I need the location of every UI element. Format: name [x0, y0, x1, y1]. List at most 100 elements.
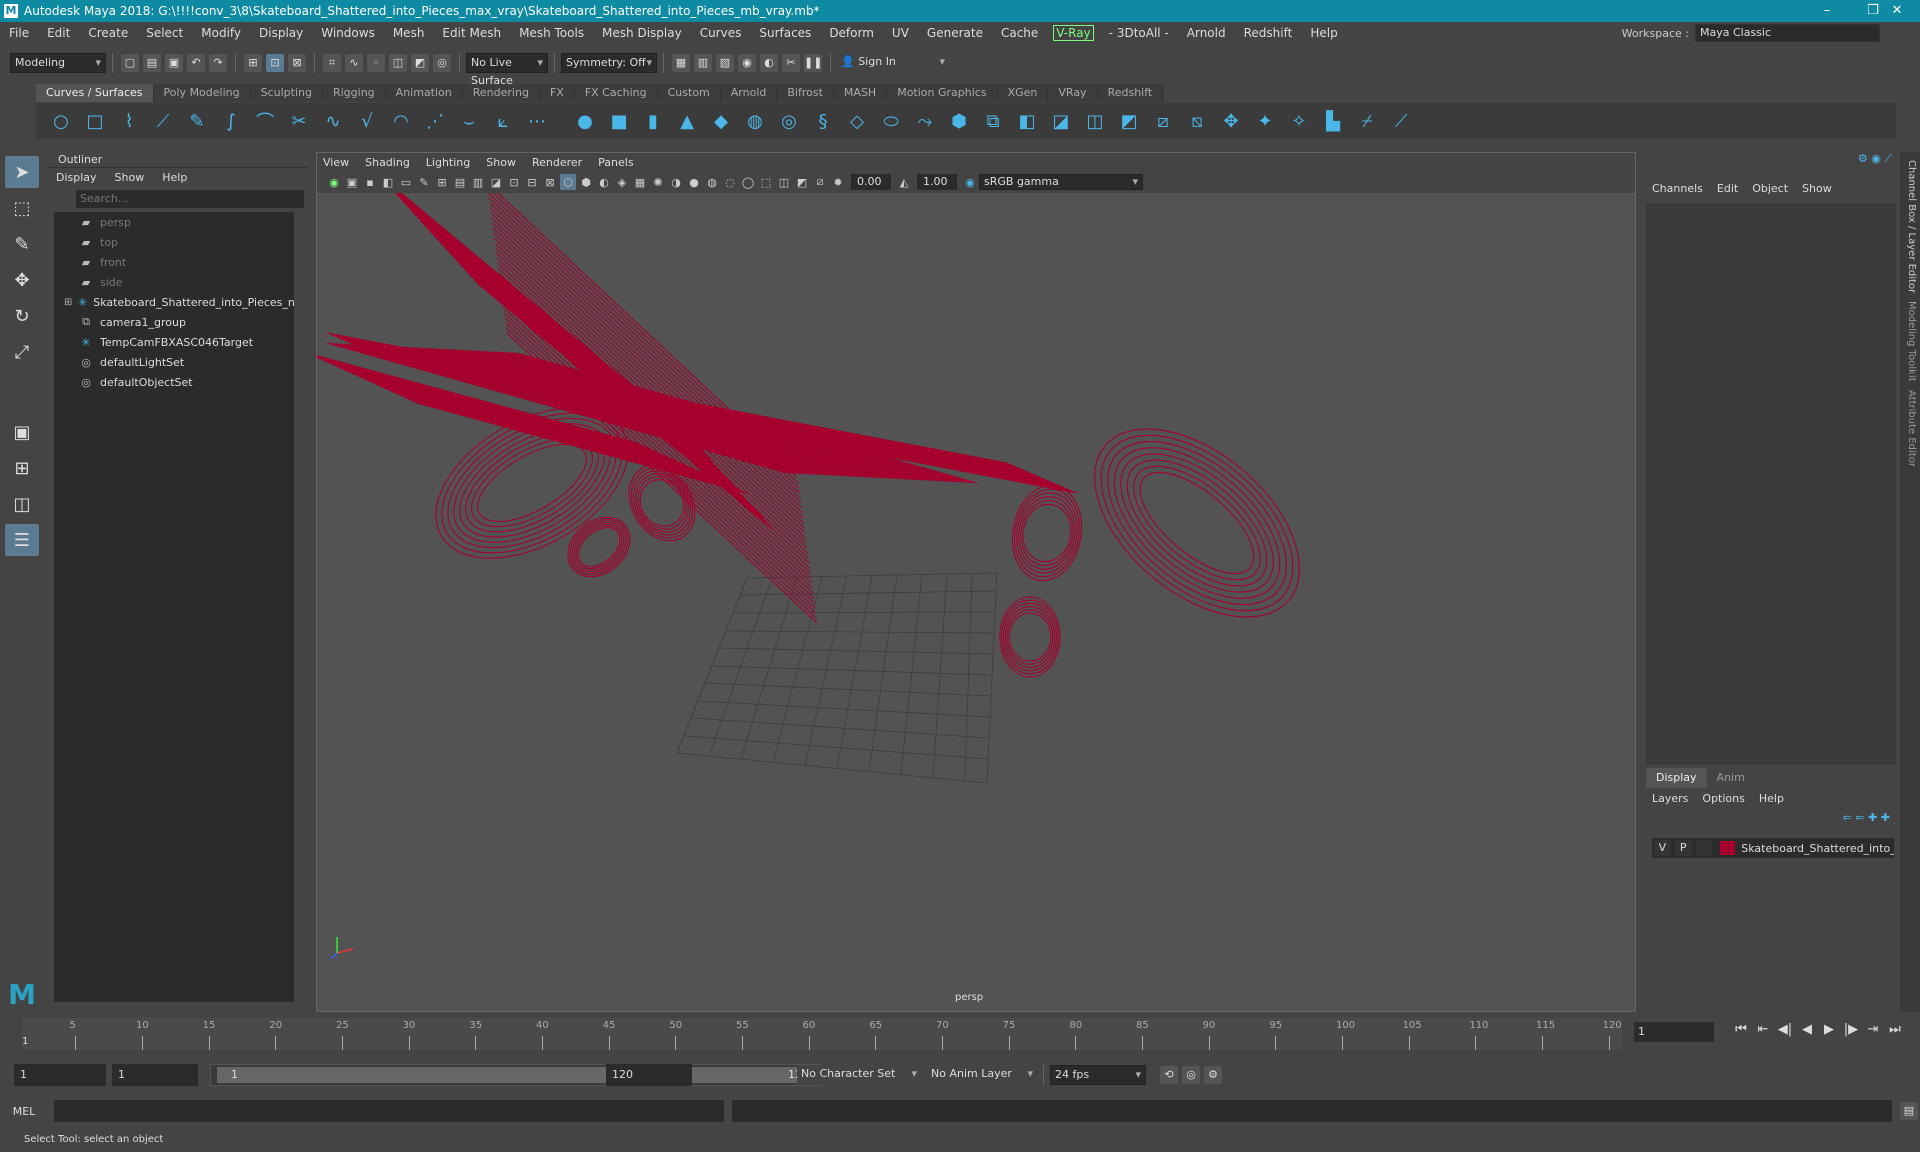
four-view-icon[interactable]: ⊞ — [5, 452, 39, 484]
go-to-start-icon[interactable]: ⏮ — [1730, 1022, 1752, 1037]
layer-tab-display[interactable]: Display — [1646, 768, 1707, 788]
move-tool-icon[interactable]: ✥ — [5, 264, 39, 296]
render-settings-icon[interactable]: ▦ — [672, 54, 690, 72]
shelf-tab-poly-modeling[interactable]: Poly Modeling — [153, 84, 251, 102]
select-component-icon[interactable]: ⊠ — [288, 54, 306, 72]
layer-visibility-toggle[interactable]: V — [1654, 840, 1671, 856]
menu-arnold[interactable]: Arnold — [1178, 26, 1235, 40]
arc-icon[interactable]: ⌒ — [252, 108, 278, 134]
nurbs-torus-icon[interactable]: ◍ — [742, 108, 768, 134]
use-all-lights-icon[interactable]: ✺ — [650, 174, 666, 190]
shelf-tab-animation[interactable]: Animation — [385, 84, 463, 102]
surface-edit-icon[interactable]: ⟋ — [1388, 108, 1414, 134]
mel-input[interactable] — [54, 1100, 724, 1122]
sign-in-button[interactable]: 👤 Sign In — [837, 53, 949, 73]
select-tool-icon[interactable]: ➤ — [5, 156, 39, 188]
select-hierarchy-icon[interactable]: ⊞ — [244, 54, 262, 72]
shelf-tab-rigging[interactable]: Rigging — [322, 84, 386, 102]
screen-space-ao-icon[interactable]: ● — [686, 174, 702, 190]
depth-of-field-icon[interactable]: ◯ — [740, 174, 756, 190]
outliner-menu-help[interactable]: Help — [162, 171, 187, 184]
shelf-tab-bifrost[interactable]: Bifrost — [777, 84, 834, 102]
scale-tool-icon[interactable]: ⤢ — [5, 336, 39, 368]
channel-menu-edit[interactable]: Edit — [1717, 182, 1738, 195]
redo-icon[interactable]: ↷ — [209, 54, 227, 72]
outliner-item-default-object-set[interactable]: ◎ defaultObjectSet — [54, 372, 294, 392]
grid-icon[interactable]: ⊞ — [434, 174, 450, 190]
snap-curve-icon[interactable]: ∿ — [345, 54, 363, 72]
camera-attributes-icon[interactable]: ▣ — [344, 174, 360, 190]
outliner-item-persp[interactable]: ▰ persp — [54, 212, 294, 232]
sculpt-brush-icon[interactable]: ⌿ — [1354, 108, 1380, 134]
workspace-dropdown[interactable]: Maya Classic — [1695, 24, 1880, 42]
shadows-icon[interactable]: ◑ — [668, 174, 684, 190]
viewport-menu-show[interactable]: Show — [486, 156, 516, 169]
select-camera-icon[interactable]: ◉ — [326, 174, 342, 190]
shelf-tab-vray[interactable]: VRay — [1048, 84, 1098, 102]
reverse-surface-icon[interactable]: ▙ — [1320, 108, 1346, 134]
auto-key-icon[interactable]: ◎ — [1182, 1066, 1200, 1084]
nurbs-cube-icon[interactable]: ■ — [606, 108, 632, 134]
nurbs-plane-icon[interactable]: ◆ — [708, 108, 734, 134]
paint-select-icon[interactable]: ✎ — [5, 228, 39, 260]
snap-pivot-icon[interactable]: ◎ — [433, 54, 451, 72]
step-back-frame-icon[interactable]: ◀| — [1774, 1022, 1796, 1037]
menu-windows[interactable]: Windows — [312, 26, 384, 40]
menu-generate[interactable]: Generate — [918, 26, 992, 40]
playback-end-field[interactable]: 120 — [606, 1064, 692, 1086]
ep-curve-icon[interactable]: ⟋ — [150, 108, 176, 134]
fps-dropdown[interactable]: 24 fps — [1050, 1065, 1146, 1085]
outliner-item-camera1-group[interactable]: ⧉ camera1_group — [54, 312, 294, 332]
pencil-curve-icon[interactable]: ✎ — [184, 108, 210, 134]
film-gate-icon[interactable]: ▤ — [452, 174, 468, 190]
go-to-end-icon[interactable]: ⏭ — [1884, 1022, 1906, 1037]
undo-icon[interactable]: ↶ — [187, 54, 205, 72]
viewport-menu-lighting[interactable]: Lighting — [426, 156, 470, 169]
layer-tools-icon[interactable]: ⇐ ⇐ ✚ ✚ — [1843, 811, 1890, 824]
nurbs-circle-icon[interactable]: ○ — [48, 108, 74, 134]
pause-icon[interactable]: ❚❚ — [804, 54, 822, 72]
nurbs-cone-icon[interactable]: ▲ — [674, 108, 700, 134]
layer-playback-toggle[interactable]: P — [1674, 840, 1692, 856]
outliner-item-top[interactable]: ▰ top — [54, 232, 294, 252]
render-setup-icon[interactable]: ✂ — [782, 54, 800, 72]
menu-vray[interactable]: V-Ray — [1053, 25, 1094, 41]
outliner-search-input[interactable]: Search... — [76, 190, 304, 208]
project-curve-icon[interactable]: ◪ — [1048, 108, 1074, 134]
intersect-icon[interactable]: ◫ — [1082, 108, 1108, 134]
menu-create[interactable]: Create — [79, 26, 137, 40]
menu-mesh[interactable]: Mesh — [384, 26, 434, 40]
use-default-material-icon[interactable]: ◐ — [596, 174, 612, 190]
snap-surface-icon[interactable]: ◩ — [411, 54, 429, 72]
close-button[interactable]: ✕ — [1874, 0, 1920, 22]
two-view-icon[interactable]: ◫ — [5, 488, 39, 520]
wireframe-on-shaded-icon[interactable]: ◈ — [614, 174, 630, 190]
untrim-icon[interactable]: ⧄ — [1150, 108, 1176, 134]
menu-cache[interactable]: Cache — [992, 26, 1047, 40]
gamma-field[interactable]: 1.00 — [917, 174, 957, 190]
anti-aliasing-icon[interactable]: ◌ — [722, 174, 738, 190]
color-management-icon[interactable]: ◉ — [962, 174, 978, 190]
bezier-curve-icon[interactable]: ∫ — [218, 108, 244, 134]
menu-mesh-tools[interactable]: Mesh Tools — [510, 26, 593, 40]
step-forward-key-icon[interactable]: ⇥ — [1862, 1022, 1884, 1037]
exposure-field[interactable]: 0.00 — [851, 174, 891, 190]
safe-title-icon[interactable]: ⊠ — [542, 174, 558, 190]
open-scene-icon[interactable]: ▤ — [143, 54, 161, 72]
expand-icon[interactable]: ⊞ — [64, 297, 72, 308]
motion-blur-icon[interactable]: ◍ — [704, 174, 720, 190]
insert-knot-icon[interactable]: ⋯ — [524, 108, 550, 134]
shelf-tab-motion-graphics[interactable]: Motion Graphics — [887, 84, 998, 102]
shelf-tab-custom[interactable]: Custom — [657, 84, 721, 102]
color-space-dropdown[interactable]: sRGB gamma — [979, 174, 1143, 190]
layer-menu-help[interactable]: Help — [1759, 792, 1784, 805]
save-scene-icon[interactable]: ▣ — [165, 54, 183, 72]
live-surface-field[interactable]: No Live Surface — [466, 53, 548, 87]
viewport-menu-shading[interactable]: Shading — [365, 156, 410, 169]
snap-grid-icon[interactable]: ⌗ — [323, 54, 341, 72]
menu-display[interactable]: Display — [250, 26, 312, 40]
fillet-curve-icon[interactable]: ⌣ — [456, 108, 482, 134]
gamma-icon[interactable]: ◭ — [896, 174, 912, 190]
current-frame-field[interactable]: 1 — [1634, 1022, 1714, 1042]
menu-redshift[interactable]: Redshift — [1235, 26, 1302, 40]
